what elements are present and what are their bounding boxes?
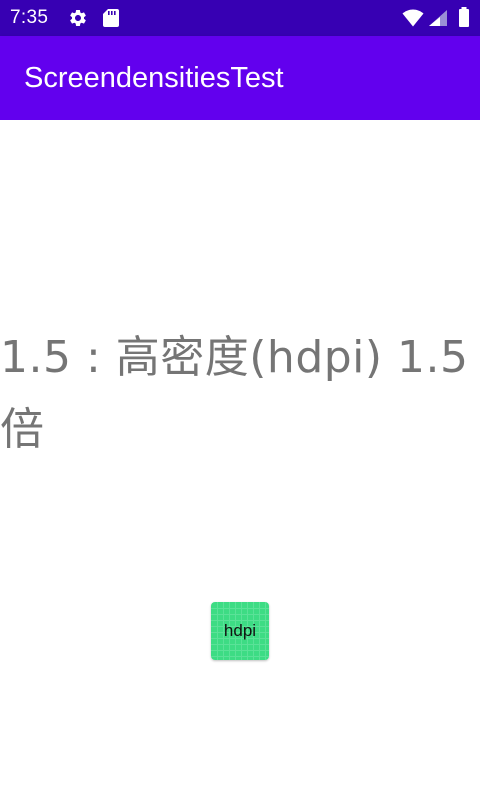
- main-content: 1.5 : 高密度(hdpi) 1.5倍 hdpi: [0, 120, 480, 800]
- status-time: 7:35: [10, 7, 49, 28]
- app-bar: ScreendensitiesTest: [0, 36, 480, 120]
- hdpi-image: hdpi: [211, 602, 269, 660]
- sd-card-icon: [103, 9, 119, 27]
- status-bar: 7:35: [0, 0, 480, 36]
- gear-icon: [70, 9, 86, 26]
- hdpi-image-label: hdpi: [223, 621, 257, 640]
- cell-signal-icon: [429, 10, 447, 26]
- battery-icon: [459, 7, 469, 27]
- wifi-icon: [402, 9, 424, 27]
- app-title: ScreendensitiesTest: [24, 62, 284, 94]
- density-text: 1.5 : 高密度(hdpi) 1.5倍: [0, 332, 469, 455]
